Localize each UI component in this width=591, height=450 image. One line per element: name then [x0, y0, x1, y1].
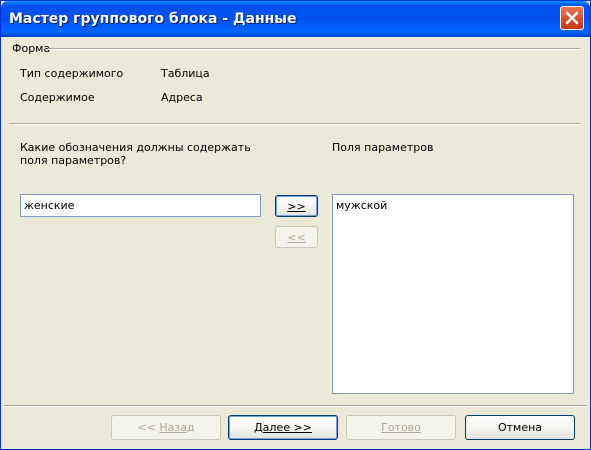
content-type-value: Таблица — [161, 67, 210, 80]
window-title: Мастер группового блока - Данные — [9, 11, 297, 27]
content-type-label: Тип содержимого — [20, 67, 124, 80]
remove-field-label: << — [287, 231, 306, 244]
close-button[interactable] — [560, 6, 584, 30]
list-item[interactable]: мужской — [336, 199, 387, 212]
field-name-input[interactable]: женские — [20, 194, 261, 217]
wizard-dialog: Мастер группового блока - Данные Форма Т… — [0, 0, 591, 450]
question-line-2: поля параметров? — [20, 154, 127, 167]
content-label: Содержимое — [20, 91, 95, 104]
remove-field-button[interactable]: << — [275, 226, 318, 248]
param-fields-title: Поля параметров — [332, 141, 434, 154]
question-line-1: Какие обозначения должны содержать — [20, 141, 251, 154]
question-label: Какие обозначения должны содержать поля … — [20, 141, 251, 167]
dialog-body: Форма Тип содержимого Таблица Содержимое… — [4, 37, 587, 447]
section-divider — [48, 48, 580, 50]
back-button-label: Назад — [159, 421, 195, 434]
separator-line — [9, 123, 580, 125]
back-button-prefix: << — [137, 421, 160, 434]
finish-button-label: Готово — [381, 421, 421, 434]
back-button[interactable]: << Назад — [111, 415, 221, 440]
add-field-label: >> — [287, 200, 306, 213]
title-bar[interactable]: Мастер группового блока - Данные — [1, 1, 590, 37]
cancel-button-label: Отмена — [497, 421, 543, 434]
section-title-form: Форма — [12, 42, 51, 55]
field-name-input-value: женские — [24, 199, 75, 212]
finish-button[interactable]: Готово — [346, 415, 456, 440]
next-button-label: Далее >> — [254, 421, 312, 434]
footer-divider — [4, 405, 587, 407]
content-value: Адреса — [161, 91, 203, 104]
cancel-button[interactable]: Отмена — [465, 415, 575, 440]
param-fields-list[interactable]: мужской — [332, 194, 574, 394]
next-button[interactable]: Далее >> — [228, 415, 338, 440]
add-field-button[interactable]: >> — [275, 195, 318, 217]
